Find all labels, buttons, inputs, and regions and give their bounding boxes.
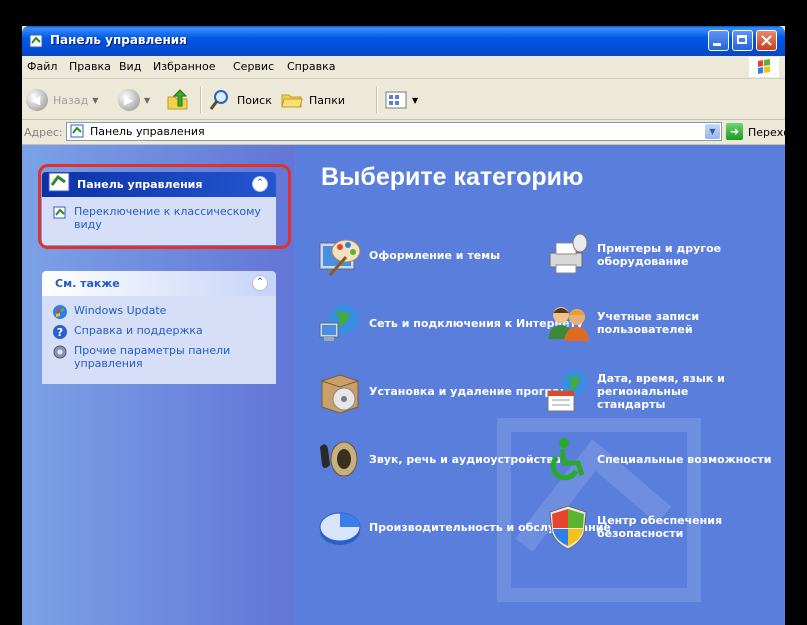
- maximize-button[interactable]: [732, 30, 753, 51]
- up-folder-icon: [167, 89, 188, 110]
- category-label: Центр обеспечения безопасности: [597, 514, 723, 540]
- go-arrow-icon[interactable]: ➜: [726, 123, 743, 140]
- folders-label: Папки: [309, 93, 345, 107]
- see-also-header[interactable]: См. также ⌃: [42, 271, 276, 296]
- menu-help[interactable]: Справка: [287, 60, 335, 73]
- address-input[interactable]: Панель управления ▼: [66, 122, 722, 141]
- chevron-down-icon: ▼: [144, 95, 151, 105]
- minimize-button[interactable]: [708, 30, 729, 51]
- address-value: Панель управления: [90, 125, 205, 138]
- content-area: Панель управления ⌃ Переключение к класс…: [22, 145, 785, 625]
- gear-icon: [53, 345, 67, 359]
- menu-file[interactable]: Файл: [27, 60, 57, 73]
- menu-view[interactable]: Вид: [119, 60, 141, 73]
- collapse-chevron-icon[interactable]: ⌃: [252, 275, 268, 291]
- category-security-center[interactable]: Центр обеспечения безопасности: [544, 503, 785, 551]
- menu-edit[interactable]: Правка: [69, 60, 111, 73]
- other-options-link[interactable]: Прочие параметры панели управления: [52, 344, 266, 370]
- title-bar[interactable]: Панель управления: [22, 26, 785, 56]
- views-icon: [385, 91, 407, 109]
- category-printers[interactable]: Принтеры и другое оборудование: [544, 231, 737, 279]
- go-button[interactable]: Переход: [748, 126, 785, 139]
- printer-hardware-icon: [549, 232, 588, 274]
- windows-update-link[interactable]: Windows Update: [52, 304, 266, 320]
- address-label: Адрес:: [24, 126, 63, 139]
- close-button[interactable]: [756, 30, 777, 51]
- highlight-frame: [38, 164, 291, 249]
- search-button[interactable]: Поиск: [208, 88, 272, 112]
- forward-arrow-icon: ▶: [118, 89, 140, 111]
- category-label: Дата, время, язык и региональные стандар…: [597, 371, 725, 411]
- see-also-body: Windows Update ? Справка и поддержка Про…: [42, 296, 276, 384]
- control-panel-icon: [29, 34, 43, 48]
- windows-update-label: Windows Update: [74, 304, 167, 317]
- see-also-title: См. также: [55, 277, 120, 290]
- menu-tools[interactable]: Сервис: [233, 60, 274, 73]
- category-sound[interactable]: Звук, речь и аудиоустройства: [316, 435, 561, 483]
- appearance-themes-icon: [319, 239, 361, 276]
- forward-button[interactable]: ▶ ▼: [118, 88, 150, 112]
- svg-text:?: ?: [57, 326, 63, 339]
- windows-logo-icon: [749, 57, 779, 77]
- performance-pie-icon: [319, 512, 361, 545]
- toolbar-separator: [376, 87, 378, 113]
- search-label: Поиск: [237, 93, 272, 107]
- chevron-down-icon: ▼: [92, 95, 99, 105]
- user-accounts-icon: [548, 307, 589, 341]
- back-label: Назад: [53, 93, 89, 107]
- address-dropdown-button[interactable]: ▼: [705, 124, 720, 139]
- address-bar: Адрес: Панель управления ▼ ➜ Переход: [22, 120, 785, 145]
- back-arrow-icon: ◀: [26, 89, 48, 111]
- search-icon: [209, 90, 228, 110]
- see-also-box: См. также ⌃ Windows Update ? Справка и п…: [42, 271, 276, 384]
- page-heading: Выберите категорию: [321, 163, 584, 191]
- task-pane: Панель управления ⌃ Переключение к класс…: [22, 145, 294, 625]
- back-button[interactable]: ◀ Назад ▼: [26, 88, 98, 112]
- folders-button[interactable]: Папки: [280, 88, 345, 112]
- security-shield-icon: [549, 505, 587, 550]
- main-pane: Выберите категорию Оформление и темы При…: [294, 145, 785, 625]
- up-folder-button[interactable]: [165, 88, 191, 112]
- category-label: Принтеры и другое оборудование: [597, 242, 722, 268]
- date-time-globe-icon: [547, 370, 587, 412]
- category-accessibility[interactable]: Специальные возможности: [544, 435, 771, 483]
- chevron-down-icon: ▼: [412, 95, 419, 105]
- explorer-window: Панель управления Файл Правка Вид Избран…: [22, 26, 785, 625]
- category-label: Оформление и темы: [369, 248, 501, 262]
- windows-update-icon: [53, 305, 67, 319]
- close-icon: [761, 35, 772, 46]
- category-date-time-region[interactable]: Дата, время, язык и региональные стандар…: [544, 367, 737, 415]
- network-globe-icon: [319, 304, 359, 341]
- toolbar-separator: [200, 87, 202, 113]
- category-appearance[interactable]: Оформление и темы: [316, 231, 500, 279]
- menu-bar: Файл Правка Вид Избранное Сервис Справка: [22, 56, 785, 79]
- category-add-remove-programs[interactable]: Установка и удаление программ: [316, 367, 578, 415]
- category-label: Учетные записи пользователей: [597, 310, 700, 336]
- help-support-label: Справка и поддержка: [74, 324, 203, 337]
- accessibility-icon: [550, 438, 585, 481]
- category-label: Специальные возможности: [597, 452, 772, 466]
- help-support-link[interactable]: ? Справка и поддержка: [52, 324, 266, 340]
- speaker-icon: [320, 441, 358, 477]
- control-panel-icon: [70, 124, 84, 138]
- install-programs-icon: [321, 374, 359, 414]
- category-user-accounts[interactable]: Учетные записи пользователей: [544, 299, 785, 347]
- toolbar: ◀ Назад ▼ ▶ ▼ Поиск Папки ▼: [22, 79, 785, 120]
- help-icon: ?: [53, 325, 67, 339]
- category-label: Звук, речь и аудиоустройства: [369, 452, 561, 466]
- menu-favorites[interactable]: Избранное: [153, 60, 215, 73]
- window-title: Панель управления: [50, 33, 187, 47]
- other-options-label: Прочие параметры панели управления: [74, 344, 231, 370]
- folders-icon: [281, 94, 303, 108]
- views-button[interactable]: ▼: [384, 88, 418, 112]
